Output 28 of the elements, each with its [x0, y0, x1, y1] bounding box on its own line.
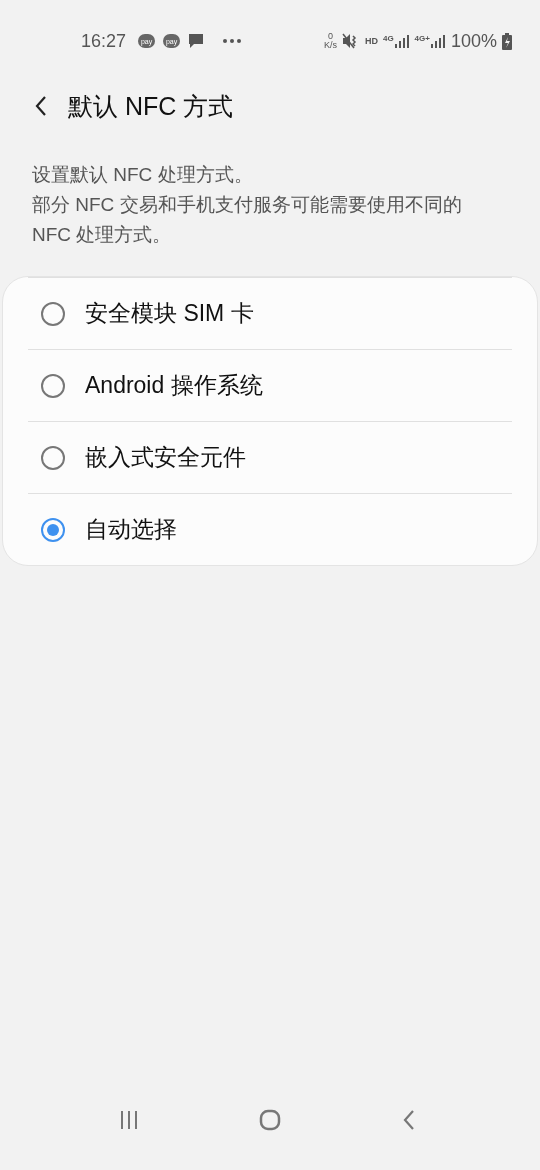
option-label: 安全模块 SIM 卡	[85, 299, 254, 328]
network-type: 4G+	[414, 33, 430, 43]
option-label: Android 操作系统	[85, 371, 263, 400]
option-row[interactable]: 自动选择	[28, 493, 512, 565]
radio-button[interactable]	[41, 301, 65, 326]
radio-button[interactable]	[41, 517, 65, 542]
page-title: 默认 NFC 方式	[68, 90, 234, 122]
battery-icon	[502, 32, 512, 50]
hd-label: HD	[364, 36, 378, 46]
message-icon	[188, 33, 205, 49]
description-text: 部分 NFC 交易和手机支付服务可能需要使用不同的 NFC 处理方式。	[32, 193, 463, 247]
option-label: 嵌入式安全元件	[85, 443, 246, 472]
network-type: 4G	[382, 33, 394, 43]
option-row[interactable]: 安全模块 SIM 卡	[28, 277, 512, 349]
option-row[interactable]: Android 操作系统	[28, 349, 512, 421]
signal-icon	[393, 33, 410, 49]
radio-button[interactable]	[41, 373, 65, 398]
radio-button[interactable]	[41, 445, 65, 470]
home-icon	[259, 1109, 281, 1131]
signal-icon	[429, 33, 446, 49]
clock: 16:27	[81, 30, 127, 52]
option-row[interactable]: 嵌入式安全元件	[28, 421, 512, 493]
more-icon	[222, 38, 243, 44]
network-speed: 0 K/s	[323, 32, 337, 50]
description-text: 设置默认 NFC 处理方式。	[32, 163, 254, 187]
option-label: 自动选择	[85, 515, 177, 544]
battery-level: 100%	[450, 30, 497, 52]
back-icon	[34, 95, 48, 117]
